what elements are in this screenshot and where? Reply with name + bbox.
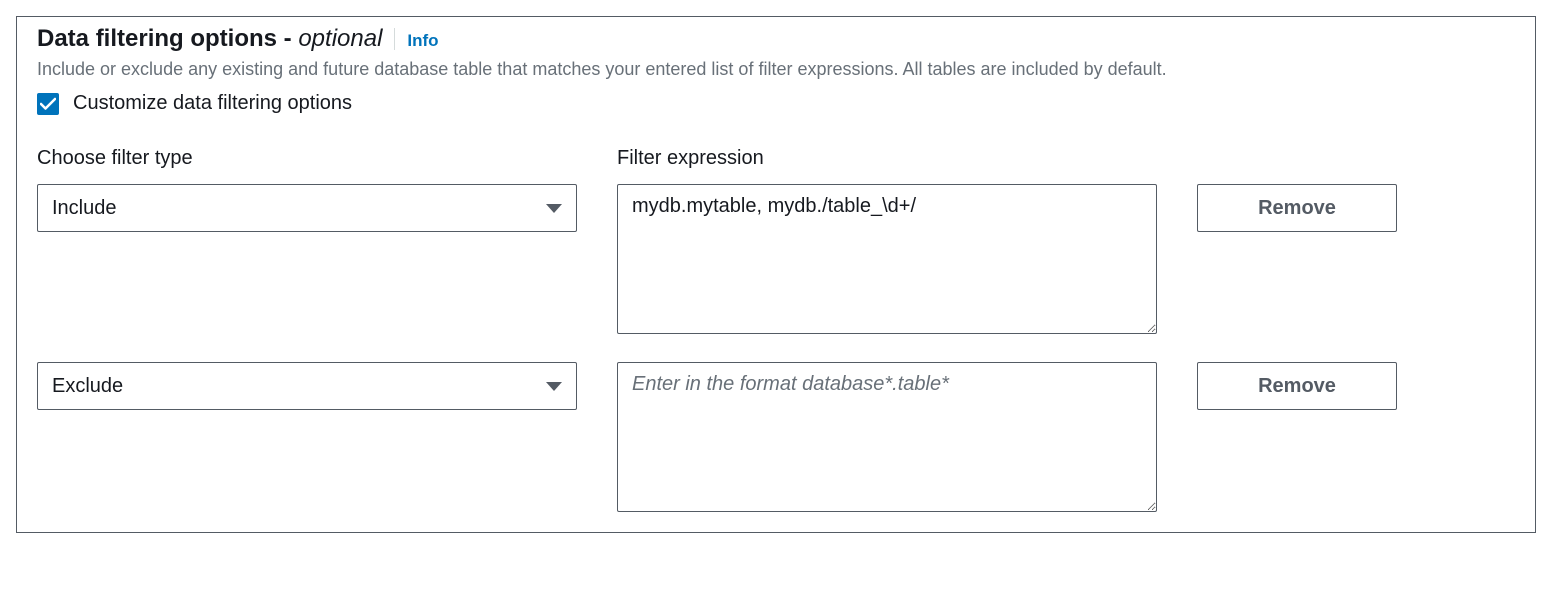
remove-button[interactable]: Remove xyxy=(1197,184,1397,232)
chevron-down-icon xyxy=(546,204,562,213)
panel-title-optional: optional xyxy=(298,25,382,52)
panel-title-text: Data filtering options - xyxy=(37,25,298,52)
filter-type-select[interactable]: Include xyxy=(37,184,577,232)
remove-button[interactable]: Remove xyxy=(1197,362,1397,410)
filter-type-value: Include xyxy=(52,197,117,220)
filter-type-select[interactable]: Exclude xyxy=(37,362,577,410)
customize-checkbox-label[interactable]: Customize data filtering options xyxy=(73,92,352,115)
title-divider xyxy=(394,28,395,50)
customize-checkbox-row[interactable]: Customize data filtering options xyxy=(37,92,1515,115)
info-link[interactable]: Info xyxy=(407,31,438,51)
chevron-down-icon xyxy=(546,382,562,391)
panel-description: Include or exclude any existing and futu… xyxy=(37,57,1477,82)
panel-title: Data filtering options - optional xyxy=(37,25,382,53)
data-filtering-panel: Data filtering options - optional Info I… xyxy=(16,16,1536,533)
filter-expression-input[interactable] xyxy=(617,184,1157,334)
filter-expression-input[interactable] xyxy=(617,362,1157,512)
panel-header: Data filtering options - optional Info xyxy=(37,25,1515,53)
filter-table: Choose filter type Filter expression Inc… xyxy=(37,147,1515,512)
customize-checkbox[interactable] xyxy=(37,93,59,115)
column-header-filter-type: Choose filter type xyxy=(37,147,577,170)
column-header-expression: Filter expression xyxy=(617,147,1157,170)
filter-type-value: Exclude xyxy=(52,375,123,398)
check-icon xyxy=(40,97,56,111)
